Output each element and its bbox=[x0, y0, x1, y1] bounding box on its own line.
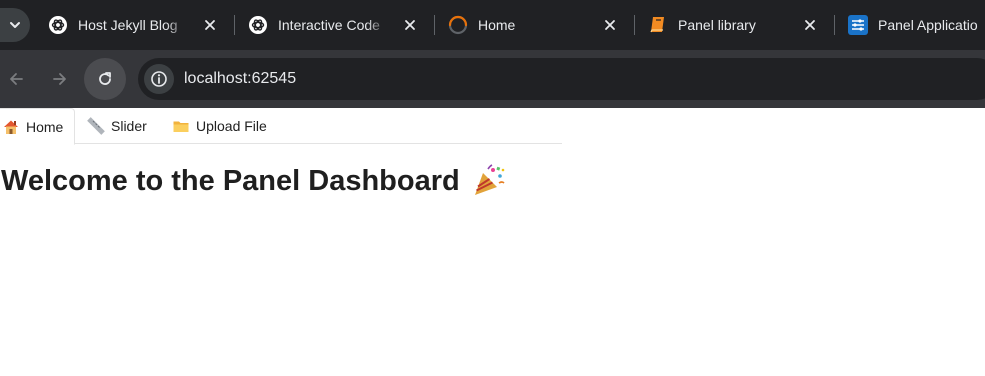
browser-tab-title: Panel library bbox=[678, 17, 756, 33]
browser-tab-5[interactable]: Panel Applicatio bbox=[848, 8, 985, 42]
panel-logo-icon bbox=[848, 15, 868, 35]
close-icon[interactable] bbox=[600, 15, 620, 35]
close-icon[interactable] bbox=[200, 15, 220, 35]
tab-slider[interactable]: Slider bbox=[87, 108, 162, 144]
page-content: Home Slider Upload File Welcome to the P… bbox=[0, 108, 985, 376]
openai-logo-icon bbox=[48, 15, 68, 35]
browser-tab-title: Panel Applicatio bbox=[878, 17, 978, 33]
house-icon bbox=[2, 118, 20, 136]
browser-tab-strip: Host Jekyll Blog Interactive Code Home P… bbox=[0, 0, 985, 50]
site-info-button[interactable] bbox=[144, 64, 174, 94]
tab-separator bbox=[834, 15, 835, 35]
openai-logo-icon bbox=[248, 15, 268, 35]
party-popper-icon bbox=[474, 164, 505, 195]
arrow-right-icon bbox=[53, 73, 66, 85]
address-bar[interactable]: localhost:62545 bbox=[138, 58, 985, 100]
tab-home[interactable]: Home bbox=[0, 108, 75, 145]
browser-tab-title: Host Jekyll Blog bbox=[78, 17, 178, 33]
tab-upload-file[interactable]: Upload File bbox=[172, 108, 282, 144]
app-nav-tabs: Home Slider Upload File bbox=[0, 108, 562, 145]
tab-separator bbox=[234, 15, 235, 35]
back-button[interactable] bbox=[0, 58, 37, 100]
tab-separator bbox=[634, 15, 635, 35]
url-text[interactable]: localhost:62545 bbox=[184, 70, 296, 88]
reload-icon bbox=[99, 72, 111, 85]
loading-spinner-icon bbox=[448, 15, 468, 35]
ruler-icon bbox=[87, 117, 105, 135]
tab-slider-label: Slider bbox=[111, 118, 147, 134]
arrow-left-icon bbox=[10, 73, 23, 85]
browser-tab-2[interactable]: Interactive Code bbox=[248, 8, 428, 42]
browser-tab-4[interactable]: Panel library bbox=[648, 8, 828, 42]
close-icon[interactable] bbox=[800, 15, 820, 35]
tab-search-button[interactable] bbox=[0, 8, 30, 42]
reload-button[interactable] bbox=[84, 58, 126, 100]
forward-button[interactable] bbox=[39, 58, 81, 100]
page-title-text: Welcome to the Panel Dashboard bbox=[1, 164, 460, 197]
close-icon[interactable] bbox=[400, 15, 420, 35]
page-title: Welcome to the Panel Dashboard bbox=[1, 164, 506, 198]
tab-home-label: Home bbox=[26, 118, 64, 135]
info-icon bbox=[151, 71, 167, 87]
browser-tab-1[interactable]: Host Jekyll Blog bbox=[48, 8, 228, 42]
chevron-down-icon bbox=[10, 22, 20, 28]
browser-toolbar: localhost:62545 bbox=[0, 50, 985, 158]
browser-tab-title: Interactive Code bbox=[278, 17, 380, 33]
book-icon bbox=[648, 15, 668, 35]
tab-upload-file-label: Upload File bbox=[196, 118, 267, 134]
tab-separator bbox=[434, 15, 435, 35]
folder-icon bbox=[172, 117, 190, 135]
browser-tab-3[interactable]: Home bbox=[448, 8, 628, 42]
browser-tab-title: Home bbox=[478, 17, 516, 33]
